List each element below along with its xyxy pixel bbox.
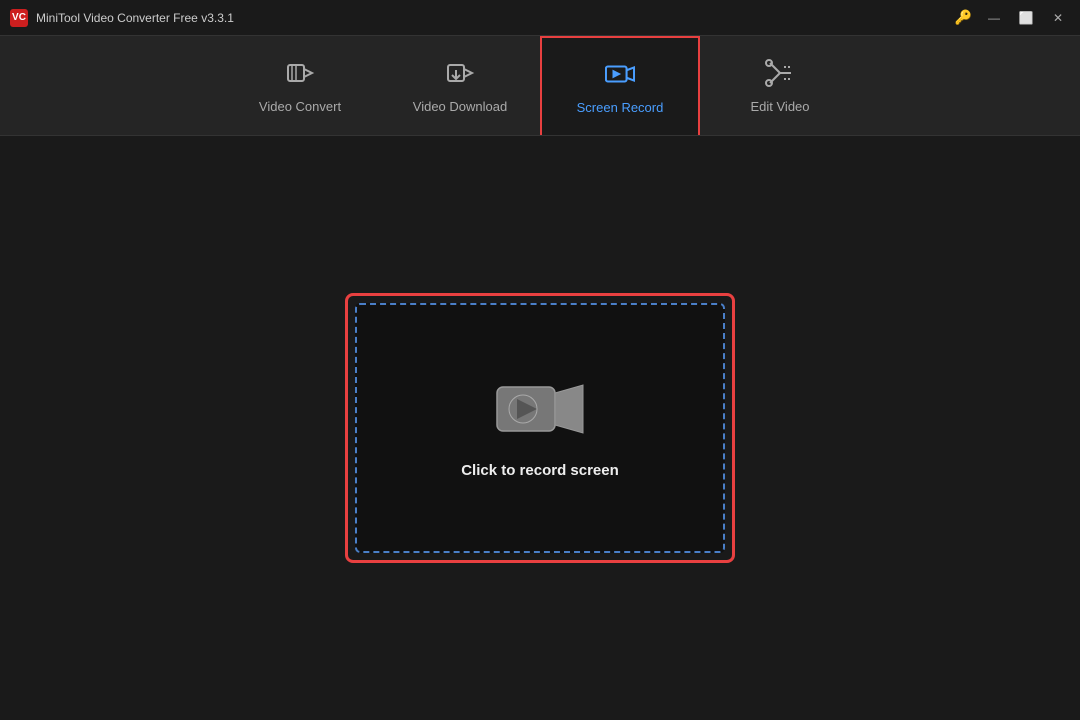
video-download-icon <box>445 58 475 93</box>
close-button[interactable]: ✕ <box>1044 7 1072 29</box>
record-label: Click to record screen <box>461 462 619 479</box>
screen-record-svg <box>605 59 635 89</box>
title-bar-left: VC MiniTool Video Converter Free v3.3.1 <box>10 9 234 27</box>
tab-screen-record-label: Screen Record <box>577 100 664 115</box>
minimize-icon: — <box>988 11 1000 25</box>
screen-record-icon <box>605 59 635 94</box>
tab-video-convert-label: Video Convert <box>259 99 341 114</box>
tab-edit-video-label: Edit Video <box>750 99 809 114</box>
tab-video-download[interactable]: Video Download <box>380 36 540 135</box>
main-content: Click to record screen <box>0 136 1080 720</box>
app-title: MiniTool Video Converter Free v3.3.1 <box>36 11 234 25</box>
tab-edit-video[interactable]: Edit Video <box>700 36 860 135</box>
key-icon: 🔑 <box>955 9 972 26</box>
tab-screen-record[interactable]: Screen Record <box>540 36 700 135</box>
edit-video-icon <box>765 58 795 93</box>
restore-button[interactable]: ⬜ <box>1012 7 1040 29</box>
close-icon: ✕ <box>1053 11 1063 25</box>
title-bar-controls: 🔑 — ⬜ ✕ <box>955 7 1072 29</box>
video-download-svg <box>445 58 475 88</box>
video-convert-icon <box>285 58 315 93</box>
camera-large-icon <box>495 377 585 442</box>
record-box[interactable]: Click to record screen <box>345 293 735 563</box>
record-box-inner[interactable]: Click to record screen <box>355 303 725 553</box>
camera-icon-wrapper <box>495 377 585 442</box>
minimize-button[interactable]: — <box>980 7 1008 29</box>
video-convert-svg <box>285 58 315 88</box>
app-logo: VC <box>10 9 28 27</box>
edit-video-svg <box>765 58 795 88</box>
title-bar: VC MiniTool Video Converter Free v3.3.1 … <box>0 0 1080 36</box>
tab-video-convert[interactable]: Video Convert <box>220 36 380 135</box>
nav-bar: Video Convert Video Download Scree <box>0 36 1080 136</box>
restore-icon: ⬜ <box>1019 11 1034 25</box>
tab-video-download-label: Video Download <box>413 99 507 114</box>
